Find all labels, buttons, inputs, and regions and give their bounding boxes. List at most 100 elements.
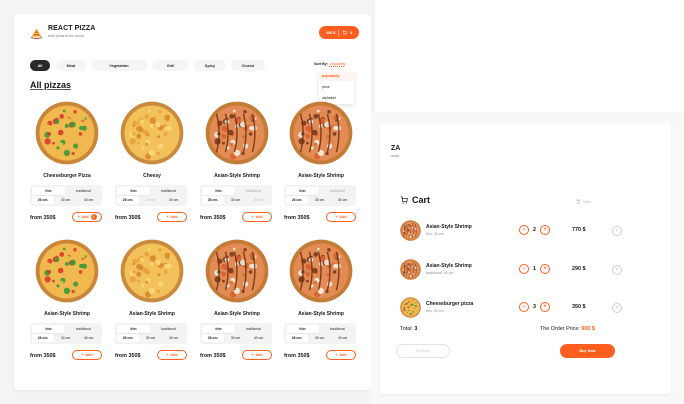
- add-to-cart-button[interactable]: + Add: [326, 350, 356, 360]
- add-label: Add: [170, 353, 178, 357]
- size-40[interactable]: 40 cm.: [248, 334, 270, 342]
- add-to-cart-button[interactable]: + Add: [326, 212, 356, 222]
- header-cart-button[interactable]: 330 $ 3: [319, 26, 359, 39]
- size-30[interactable]: 30 cm.: [140, 334, 162, 342]
- sort-option-popularity[interactable]: popularity: [319, 72, 354, 81]
- size-26[interactable]: 26 cm.: [202, 334, 224, 342]
- buy-now-label: Buy Now: [579, 349, 596, 353]
- remove-item-button[interactable]: ×: [612, 265, 622, 275]
- size-26[interactable]: 26 cm.: [32, 196, 54, 204]
- dough-traditional[interactable]: traditional: [67, 187, 100, 195]
- pizza-logo-icon: [30, 28, 43, 40]
- pizza-illustration-icon: [289, 101, 353, 165]
- size-26[interactable]: 26 cm.: [202, 196, 224, 204]
- size-40[interactable]: 40 cm.: [332, 196, 354, 204]
- size-40[interactable]: 40 cm.: [78, 196, 100, 204]
- pizza-name: Asian-Style Shrimp: [129, 311, 175, 317]
- category-all[interactable]: All: [30, 60, 50, 71]
- dough-thin[interactable]: thin: [202, 187, 235, 195]
- clear-cart-button[interactable]: clear: [576, 199, 591, 204]
- plus-icon: +: [251, 353, 254, 357]
- dough-traditional[interactable]: traditional: [321, 325, 354, 333]
- increase-button[interactable]: +: [540, 302, 550, 312]
- cart-item-desc: thin, 30 cm.: [426, 309, 445, 313]
- size-40[interactable]: 40 cm.: [332, 334, 354, 342]
- cart-item-sum: 290 $: [572, 266, 586, 272]
- pizza-illustration-icon: [120, 239, 184, 303]
- dough-thin[interactable]: thin: [117, 325, 150, 333]
- dough-traditional[interactable]: traditional: [321, 187, 354, 195]
- size-26[interactable]: 26 cm.: [117, 196, 139, 204]
- category-meat[interactable]: Meat: [56, 60, 86, 71]
- pizza-image: [205, 239, 269, 303]
- plus-icon: +: [335, 215, 338, 219]
- pizza-image: [120, 101, 184, 165]
- decrease-button[interactable]: −: [519, 225, 529, 235]
- sort-control[interactable]: Sort By: popularity: [314, 62, 346, 66]
- add-to-cart-button[interactable]: + Add: [157, 350, 187, 360]
- increase-button[interactable]: +: [540, 264, 550, 274]
- size-26[interactable]: 26 cm.: [117, 334, 139, 342]
- size-30[interactable]: 30 cm.: [140, 196, 162, 204]
- decrease-button[interactable]: −: [519, 302, 529, 312]
- dough-traditional[interactable]: traditional: [237, 325, 270, 333]
- pizza-thumbnail-icon: [400, 220, 421, 241]
- increase-button[interactable]: +: [540, 225, 550, 235]
- dough-thin[interactable]: thin: [286, 187, 319, 195]
- size-30[interactable]: 30 cm.: [309, 334, 331, 342]
- add-to-cart-button[interactable]: + Add 2: [72, 212, 102, 222]
- size-40[interactable]: 40 cm.: [163, 196, 185, 204]
- size-30[interactable]: 30 cm.: [55, 196, 77, 204]
- dough-traditional[interactable]: traditional: [152, 325, 185, 333]
- size-30[interactable]: 30 cm.: [225, 334, 247, 342]
- size-30[interactable]: 30 cm.: [309, 196, 331, 204]
- remove-item-button[interactable]: ×: [612, 226, 622, 236]
- dough-thin[interactable]: thin: [32, 187, 65, 195]
- size-26[interactable]: 26 cm.: [32, 334, 54, 342]
- add-to-cart-button[interactable]: + Add: [72, 350, 102, 360]
- dough-thin[interactable]: thin: [117, 187, 150, 195]
- decrease-button[interactable]: −: [519, 264, 529, 274]
- sort-current-value[interactable]: popularity: [330, 62, 346, 66]
- add-label: Add: [339, 353, 347, 357]
- buy-now-button[interactable]: Buy Now: [560, 344, 615, 358]
- pizza-card: Cheesy thin traditional 26 cm. 30 cm. 40 cm. f…: [115, 101, 193, 239]
- size-40[interactable]: 40 cm.: [78, 334, 100, 342]
- category-closed[interactable]: Closed: [231, 60, 265, 71]
- add-to-cart-button[interactable]: + Add: [157, 212, 187, 222]
- size-40[interactable]: 40 cm.: [163, 334, 185, 342]
- dough-thin[interactable]: thin: [32, 325, 65, 333]
- cart-item-name: Asian-Style Shrimp: [426, 263, 472, 269]
- size-30[interactable]: 30 cm.: [55, 334, 77, 342]
- pizza-image: [289, 101, 353, 165]
- category-grill[interactable]: Grill: [152, 60, 189, 71]
- dough-thin[interactable]: thin: [286, 325, 319, 333]
- header: REACT PIZZA best pizza of the world 330 …: [30, 25, 359, 49]
- pizza-name: Cheesy: [143, 173, 161, 179]
- sort-option-price[interactable]: price: [319, 83, 354, 92]
- category-spicy[interactable]: Spicy: [194, 60, 226, 71]
- dough-traditional[interactable]: traditional: [237, 187, 270, 195]
- pizza-name: Asian-Style Shrimp: [298, 173, 344, 179]
- add-to-cart-button[interactable]: + Add: [242, 350, 272, 360]
- cart-total-price: 330 $: [325, 30, 336, 35]
- added-count-badge: 2: [90, 214, 97, 220]
- pizza-image: [120, 239, 184, 303]
- brand-name-fragment: ZA: [391, 145, 401, 152]
- cart-item: Asian-Style Shrimp thin, 26 cm. −2 +770 $ ×: [400, 220, 625, 242]
- size-40[interactable]: 40 cm.: [248, 196, 270, 204]
- size-26[interactable]: 26 cm.: [286, 196, 308, 204]
- go-back-button[interactable]: Go Back: [396, 344, 450, 358]
- remove-item-button[interactable]: ×: [612, 303, 622, 313]
- dough-traditional[interactable]: traditional: [67, 325, 100, 333]
- dough-thin[interactable]: thin: [202, 325, 235, 333]
- pizza-card: Asian-Style Shrimp thin traditional 26 cm. 3…: [200, 101, 278, 239]
- add-to-cart-button[interactable]: + Add: [242, 212, 272, 222]
- cart-item-desc: thin, 26 cm.: [426, 232, 445, 236]
- category-vegetarian[interactable]: Vegetarian: [91, 60, 147, 71]
- cart-item-sum: 350 $: [572, 304, 586, 310]
- size-26[interactable]: 26 cm.: [286, 334, 308, 342]
- pizza-illustration-icon: [35, 101, 99, 165]
- dough-traditional[interactable]: traditional: [152, 187, 185, 195]
- size-30[interactable]: 30 cm.: [225, 196, 247, 204]
